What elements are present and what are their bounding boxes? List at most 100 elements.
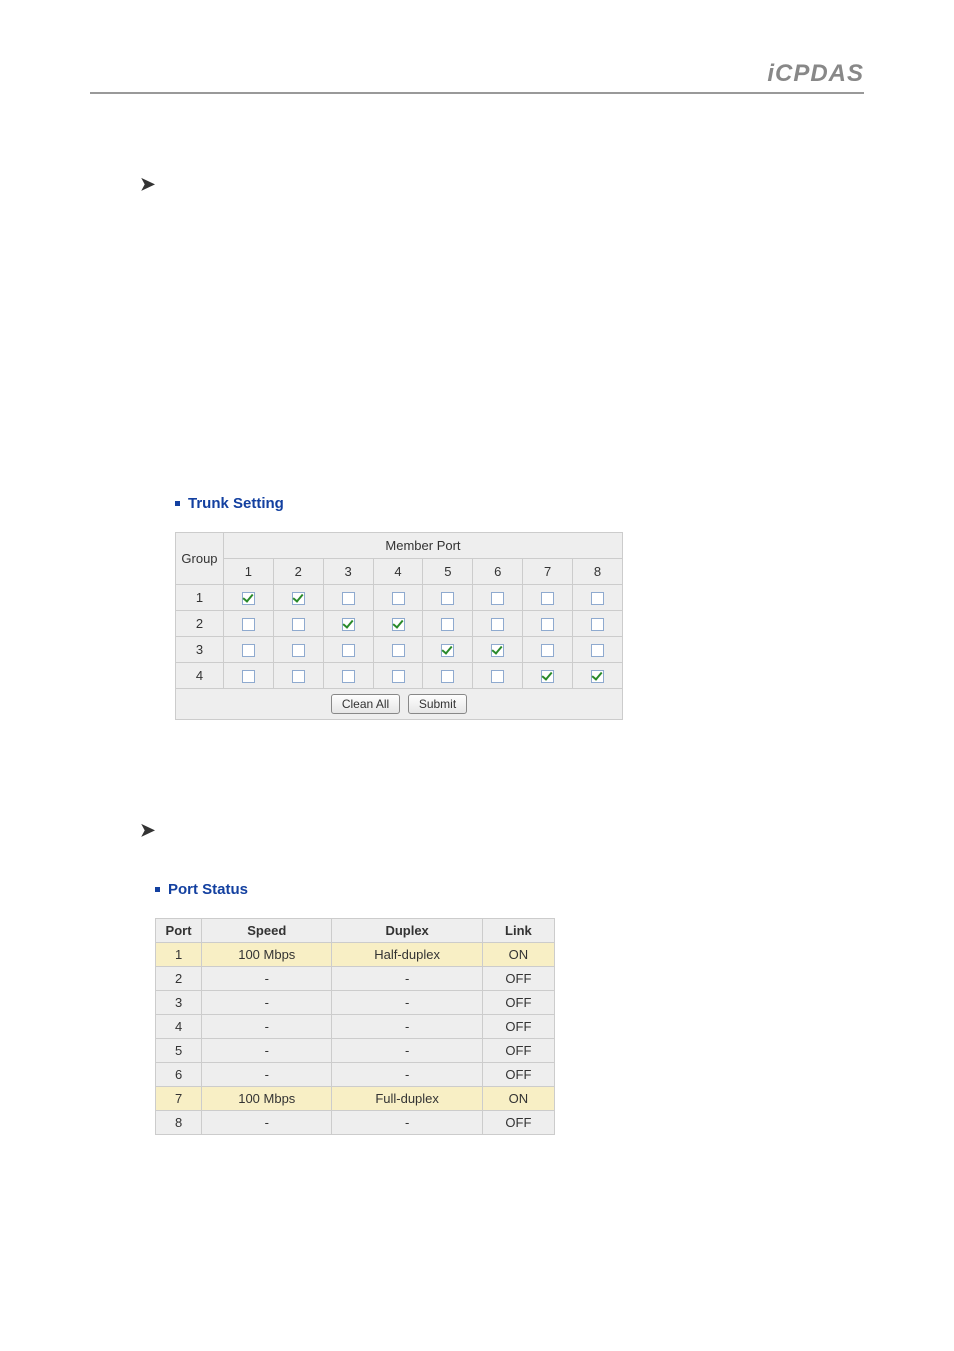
cell-speed: 100 Mbps <box>202 1087 332 1111</box>
port-header-7: 7 <box>523 559 573 585</box>
checkbox[interactable] <box>541 670 554 683</box>
trunk-cell <box>223 585 273 611</box>
checkbox[interactable] <box>541 618 554 631</box>
checkbox[interactable] <box>392 670 405 683</box>
trunk-cell <box>523 585 573 611</box>
checkbox[interactable] <box>242 644 255 657</box>
cell-port: 5 <box>156 1039 202 1063</box>
trunk-cell <box>323 585 373 611</box>
button-row: Clean All Submit <box>176 689 623 720</box>
cell-link: OFF <box>482 1063 554 1087</box>
checkbox[interactable] <box>491 618 504 631</box>
checkbox[interactable] <box>242 592 255 605</box>
trunk-cell <box>573 663 623 689</box>
checkbox[interactable] <box>292 644 305 657</box>
checkbox[interactable] <box>392 644 405 657</box>
cell-port: 4 <box>156 1015 202 1039</box>
port-header-8: 8 <box>573 559 623 585</box>
trunk-cell <box>373 663 423 689</box>
cell-port: 1 <box>156 943 202 967</box>
submit-button[interactable]: Submit <box>408 694 467 714</box>
trunk-cell <box>473 663 523 689</box>
trunk-setting-panel: Trunk Setting Group Member Port 12345678… <box>175 495 864 720</box>
trunk-cell <box>223 611 273 637</box>
table-row: 1100 MbpsHalf-duplexON <box>156 943 555 967</box>
cell-port: 7 <box>156 1087 202 1111</box>
trunk-cell <box>573 637 623 663</box>
table-row: 5--OFF <box>156 1039 555 1063</box>
checkbox[interactable] <box>342 670 355 683</box>
cell-port: 3 <box>156 991 202 1015</box>
checkbox[interactable] <box>441 644 454 657</box>
checkbox[interactable] <box>292 592 305 605</box>
checkbox[interactable] <box>342 592 355 605</box>
checkbox[interactable] <box>342 618 355 631</box>
trunk-cell <box>423 585 473 611</box>
port-header-1: 1 <box>223 559 273 585</box>
table-row: 7100 MbpsFull-duplexON <box>156 1087 555 1111</box>
trunk-cell <box>423 663 473 689</box>
logo: iCPDAS <box>767 60 864 88</box>
checkbox[interactable] <box>342 644 355 657</box>
checkbox[interactable] <box>541 644 554 657</box>
trunk-cell <box>323 611 373 637</box>
checkbox[interactable] <box>591 670 604 683</box>
checkbox[interactable] <box>541 592 554 605</box>
duplex-header: Duplex <box>332 919 482 943</box>
group-label: 4 <box>176 663 224 689</box>
member-port-header: Member Port <box>223 533 622 559</box>
cell-link: OFF <box>482 1015 554 1039</box>
cell-port: 2 <box>156 967 202 991</box>
bullet-icon <box>175 501 180 506</box>
trunk-table: Group Member Port 12345678 1234 Clean Al… <box>175 532 623 720</box>
cell-link: OFF <box>482 991 554 1015</box>
checkbox[interactable] <box>591 644 604 657</box>
checkbox[interactable] <box>242 618 255 631</box>
checkbox[interactable] <box>491 644 504 657</box>
arrow-icon: ➤ <box>140 820 155 841</box>
checkbox[interactable] <box>491 670 504 683</box>
cell-speed: - <box>202 991 332 1015</box>
clean-all-button[interactable]: Clean All <box>331 694 400 714</box>
cell-speed: 100 Mbps <box>202 943 332 967</box>
checkbox[interactable] <box>491 592 504 605</box>
trunk-cell <box>373 585 423 611</box>
cell-speed: - <box>202 1015 332 1039</box>
trunk-title-text: Trunk Setting <box>188 495 284 512</box>
arrow-icon: ➤ <box>140 174 155 195</box>
bullet-icon <box>155 887 160 892</box>
cell-duplex: - <box>332 967 482 991</box>
cell-speed: - <box>202 967 332 991</box>
trunk-cell <box>423 611 473 637</box>
cell-port: 6 <box>156 1063 202 1087</box>
checkbox[interactable] <box>591 618 604 631</box>
cell-duplex: - <box>332 1015 482 1039</box>
port-status-panel: Port Status Port Speed Duplex Link 1100 … <box>155 881 864 1135</box>
port-status-table: Port Speed Duplex Link 1100 MbpsHalf-dup… <box>155 918 555 1135</box>
cell-link: ON <box>482 1087 554 1111</box>
trunk-cell <box>523 663 573 689</box>
checkbox[interactable] <box>292 618 305 631</box>
cell-speed: - <box>202 1111 332 1135</box>
checkbox[interactable] <box>591 592 604 605</box>
checkbox[interactable] <box>242 670 255 683</box>
group-label: 3 <box>176 637 224 663</box>
trunk-cell <box>273 663 323 689</box>
trunk-cell <box>373 611 423 637</box>
checkbox[interactable] <box>392 592 405 605</box>
cell-duplex: Full-duplex <box>332 1087 482 1111</box>
table-row: 4--OFF <box>156 1015 555 1039</box>
port-status-title: Port Status <box>155 881 864 898</box>
trunk-cell <box>223 663 273 689</box>
group-label: 1 <box>176 585 224 611</box>
cell-duplex: - <box>332 1063 482 1087</box>
cell-link: OFF <box>482 1111 554 1135</box>
checkbox[interactable] <box>441 670 454 683</box>
checkbox[interactable] <box>441 618 454 631</box>
table-row: 6--OFF <box>156 1063 555 1087</box>
table-row: 2--OFF <box>156 967 555 991</box>
checkbox[interactable] <box>441 592 454 605</box>
checkbox[interactable] <box>392 618 405 631</box>
checkbox[interactable] <box>292 670 305 683</box>
port-header-5: 5 <box>423 559 473 585</box>
